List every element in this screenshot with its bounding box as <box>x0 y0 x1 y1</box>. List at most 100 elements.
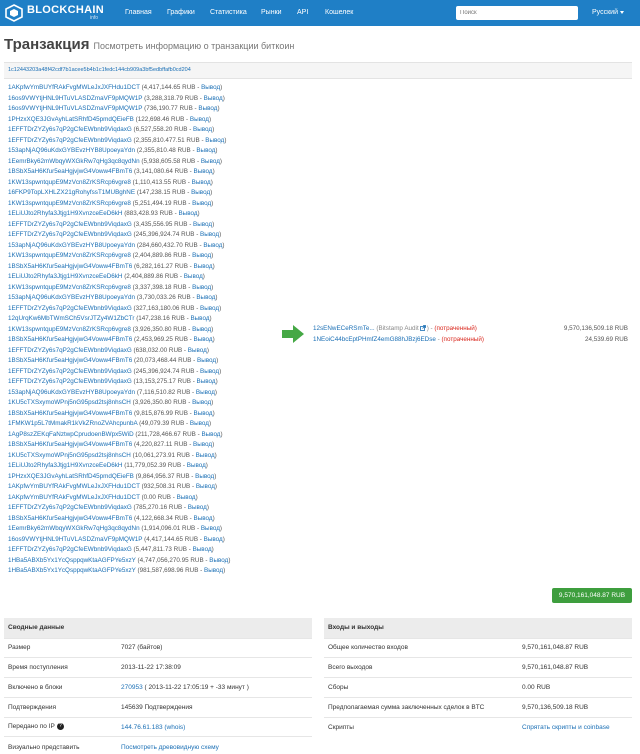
input-address-link[interactable]: 1KU5cTXSxymoWPnj5nG95psd2tsj8nhsCH <box>8 399 131 406</box>
input-address-link[interactable]: 1ELiUJto2Rhyfa3Jtjg1H9XvnzceEeD6kH <box>8 273 122 280</box>
nav-home[interactable]: Главная <box>125 9 152 16</box>
input-address-link[interactable]: 1BSbX5aH6Kfur5eaHgjvjwG4Voww4FBmT6 <box>8 515 132 522</box>
input-address-link[interactable]: 1EFFTDrZYZy6s7qP2gCfeEWbnb9ViqdaxG <box>8 504 132 511</box>
total-amount-button[interactable]: 9,570,161,048.87 RUB <box>552 588 632 603</box>
input-address-link[interactable]: 1EFFTDrZYZy6s7qP2gCfeEWbnb9ViqdaxG <box>8 347 132 354</box>
spent-link[interactable]: Вывод <box>200 231 219 238</box>
spent-link[interactable]: Вывод <box>192 179 211 186</box>
input-address-link[interactable]: 1EFFTDrZYZy6s7qP2gCfeEWbnb9ViqdaxG <box>8 305 132 312</box>
input-address-link[interactable]: 1KU5cTXSxymoWPnj5nG95psd2tsj8nhsCH <box>8 452 131 459</box>
spent-link[interactable]: Вывод <box>197 378 216 385</box>
input-address-link[interactable]: 16os9VWYtjHNL9HTuVLASDZmaVF9pMQW1P <box>8 536 142 543</box>
spent-link[interactable]: Вывод <box>196 452 215 459</box>
spent-link[interactable]: Вывод <box>193 221 212 228</box>
spent-link[interactable]: Вывод <box>178 210 197 217</box>
spent-link[interactable]: Вывод <box>198 105 217 112</box>
spent-link[interactable]: Вывод <box>193 441 212 448</box>
input-address-link[interactable]: 1HBa5ABXb5Yx1YcQsppqwKtaAGFPYe5xzY <box>8 557 136 564</box>
spent-link[interactable]: Вывод <box>196 294 215 301</box>
spent-link[interactable]: Вывод <box>197 357 216 364</box>
spent-link[interactable]: Вывод <box>196 147 215 154</box>
input-address-link[interactable]: 1KW13spwntqupE9MzVcn8ZrKSRcp6vgre8 <box>8 252 131 259</box>
spent-link[interactable]: Вывод <box>187 462 206 469</box>
spent-link[interactable]: Вывод <box>200 368 219 375</box>
spent-link[interactable]: Вывод <box>188 504 207 511</box>
input-address-link[interactable]: 16os9VWYtjHNL9HTuVLASDZmaVF9pMQW1P <box>8 105 142 112</box>
spent-link[interactable]: Вывод <box>209 557 228 564</box>
blockchain-logo-icon[interactable] <box>4 4 24 22</box>
input-address-link[interactable]: 1AgP8szZEKqFaNztwpCprudoenBWpx5WiD <box>8 431 134 438</box>
spent-link[interactable]: Вывод <box>194 336 213 343</box>
input-address-link[interactable]: 1AKpfwYmBUYfRAkFvgMWLeJxJXFHdu1DCT <box>8 84 140 91</box>
input-address-link[interactable]: 1HBa5ABXb5Yx1YcQsppqwKtaAGFPYe5xzY <box>8 567 136 574</box>
input-address-link[interactable]: 1EFFTDrZYZy6s7qP2gCfeEWbnb9ViqdaxG <box>8 126 132 133</box>
help-icon[interactable]: ? <box>56 723 64 731</box>
spent-link[interactable]: Вывод <box>190 315 209 322</box>
spent-link[interactable]: Вывод <box>190 116 209 123</box>
input-address-link[interactable]: 1EemrBky62mWbqyWXGkRw7qHg3qc8qydNn <box>8 525 140 532</box>
input-address-link[interactable]: 1PHzxXQE3JGvAyhLatSRhfD45pmdQEieFB <box>8 116 134 123</box>
input-address-link[interactable]: 1EFFTDrZYZy6s7qP2gCfeEWbnb9ViqdaxG <box>8 368 132 375</box>
input-address-link[interactable]: 1FMKW1p5L7tMmakR1kVkZRnoZVAhcpunbA <box>8 420 137 427</box>
input-address-link[interactable]: 1BSbX5aH6Kfur5eaHgjvjwG4Voww4FBmT6 <box>8 357 132 364</box>
input-address-link[interactable]: 1EFFTDrZYZy6s7qP2gCfeEWbnb9ViqdaxG <box>8 221 132 228</box>
spent-link[interactable]: Вывод <box>192 399 211 406</box>
spent-link[interactable]: Вывод <box>201 525 220 532</box>
spent-link[interactable]: Вывод <box>204 567 223 574</box>
input-address-link[interactable]: 16FKP9TopLXHLZX21gRohyfssT1MUBghNE <box>8 189 135 196</box>
spent-link[interactable]: Вывод <box>201 84 220 91</box>
input-address-link[interactable]: 1EemrBky62mWbqyWXGkRw7qHg3qc8qydNn <box>8 158 140 165</box>
nav-wallet[interactable]: Кошелек <box>325 9 353 16</box>
input-address-link[interactable]: 1EFFTDrZYZy6s7qP2gCfeEWbnb9ViqdaxG <box>8 546 132 553</box>
spent-link[interactable]: Вывод <box>205 137 224 144</box>
spent-link[interactable]: Вывод <box>196 389 215 396</box>
input-address-link[interactable]: 1AKpfwYmBUYfRAkFvgMWLeJxJXFHdu1DCT <box>8 494 140 501</box>
input-address-link[interactable]: 1BSbX5aH6Kfur5eaHgjvjwG4Voww4FBmT6 <box>8 410 132 417</box>
spent-link[interactable]: Вывод <box>201 158 220 165</box>
nav-charts[interactable]: Графики <box>167 9 195 16</box>
tx-hash-link[interactable]: 1c12443203a48f42cdf7b1acee5b4b1c1fedc144… <box>8 67 191 73</box>
spent-status[interactable]: (потраченный) <box>441 336 484 343</box>
input-address-link[interactable]: 16os9VWYtjHNL9HTuVLASDZmaVF9pMQW1P <box>8 95 142 102</box>
input-address-link[interactable]: 1ELiUJto2Rhyfa3Jtjg1H9XvnzceEeD6kH <box>8 462 122 469</box>
input-address-link[interactable]: 1KW13spwntqupE9MzVcn8ZrKSRcp6vgre8 <box>8 284 131 291</box>
spent-link[interactable]: Вывод <box>204 95 223 102</box>
spent-link[interactable]: Вывод <box>191 189 210 196</box>
spent-link[interactable]: Вывод <box>200 305 219 312</box>
nav-api[interactable]: API <box>297 9 308 16</box>
input-address-link[interactable]: 1BSbX5aH6Kfur5eaHgjvjwG4Voww4FBmT6 <box>8 168 132 175</box>
input-address-link[interactable]: 153apNjAQ96uKdxGYBEvzHYB8UpoeyaYdn <box>8 242 135 249</box>
spent-link[interactable]: Вывод <box>192 252 211 259</box>
input-address-link[interactable]: 1BSbX5aH6Kfur5eaHgjvjwG4Voww4FBmT6 <box>8 263 132 270</box>
scripts-toggle-link[interactable]: Спрятать скрипты и coinbase <box>522 724 610 731</box>
spent-link[interactable]: Вывод <box>194 263 213 270</box>
input-address-link[interactable]: 1AKpfwYmBUYfRAkFvgMWLeJxJXFHdu1DCT <box>8 483 140 490</box>
visualize-link[interactable]: Посмотреть древовидную схему <box>121 744 219 751</box>
input-address-link[interactable]: 1KW13spwntqupE9MzVcn8ZrKSRcp6vgre8 <box>8 326 131 333</box>
spent-link[interactable]: Вывод <box>192 284 211 291</box>
input-address-link[interactable]: 1KW13spwntqupE9MzVcn8ZrKSRcp6vgre8 <box>8 200 131 207</box>
input-address-link[interactable]: 153apNjAQ96uKdxGYBEvzHYB8UpoeyaYdn <box>8 294 135 301</box>
spent-link[interactable]: Вывод <box>193 126 212 133</box>
output-address-link[interactable]: 1NEoiC44bcEptPHmfZ4emG88hJBzj6EDse <box>313 336 436 343</box>
search-input[interactable] <box>456 6 578 20</box>
input-address-link[interactable]: 1ELiUJto2Rhyfa3Jtjg1H9XvnzceEeD6kH <box>8 210 122 217</box>
output-address-link[interactable]: 12sENwECeRSmTe... <box>313 325 375 332</box>
spent-link[interactable]: Вывод <box>177 494 196 501</box>
input-address-link[interactable]: 1BSbX5aH6Kfur5eaHgjvjwG4Voww4FBmT6 <box>8 441 132 448</box>
spent-link[interactable]: Вывод <box>184 273 203 280</box>
input-address-link[interactable]: 1EFFTDrZYZy6s7qP2gCfeEWbnb9ViqdaxG <box>8 378 132 385</box>
relayed-ip-link[interactable]: 144.76.61.183 (whois) <box>121 724 185 731</box>
spent-link[interactable]: Вывод <box>194 410 213 417</box>
external-link-icon[interactable] <box>419 325 426 332</box>
spent-link[interactable]: Вывод <box>192 326 211 333</box>
spent-link[interactable]: Вывод <box>194 515 213 522</box>
input-address-link[interactable]: 153apNjAQ96uKdxGYBEvzHYB8UpoeyaYdn <box>8 389 135 396</box>
spent-link[interactable]: Вывод <box>188 347 207 354</box>
language-dropdown[interactable]: Русский <box>592 9 624 16</box>
input-address-link[interactable]: 1KW13spwntqupE9MzVcn8ZrKSRcp6vgre8 <box>8 179 131 186</box>
spent-link[interactable]: Вывод <box>204 536 223 543</box>
input-address-link[interactable]: 153apNjAQ96uKdxGYBEvzHYB8UpoeyaYdn <box>8 147 135 154</box>
input-address-link[interactable]: 1EFFTDrZYZy6s7qP2gCfeEWbnb9ViqdaxG <box>8 137 132 144</box>
spent-status[interactable]: (потраченный) <box>434 325 477 332</box>
